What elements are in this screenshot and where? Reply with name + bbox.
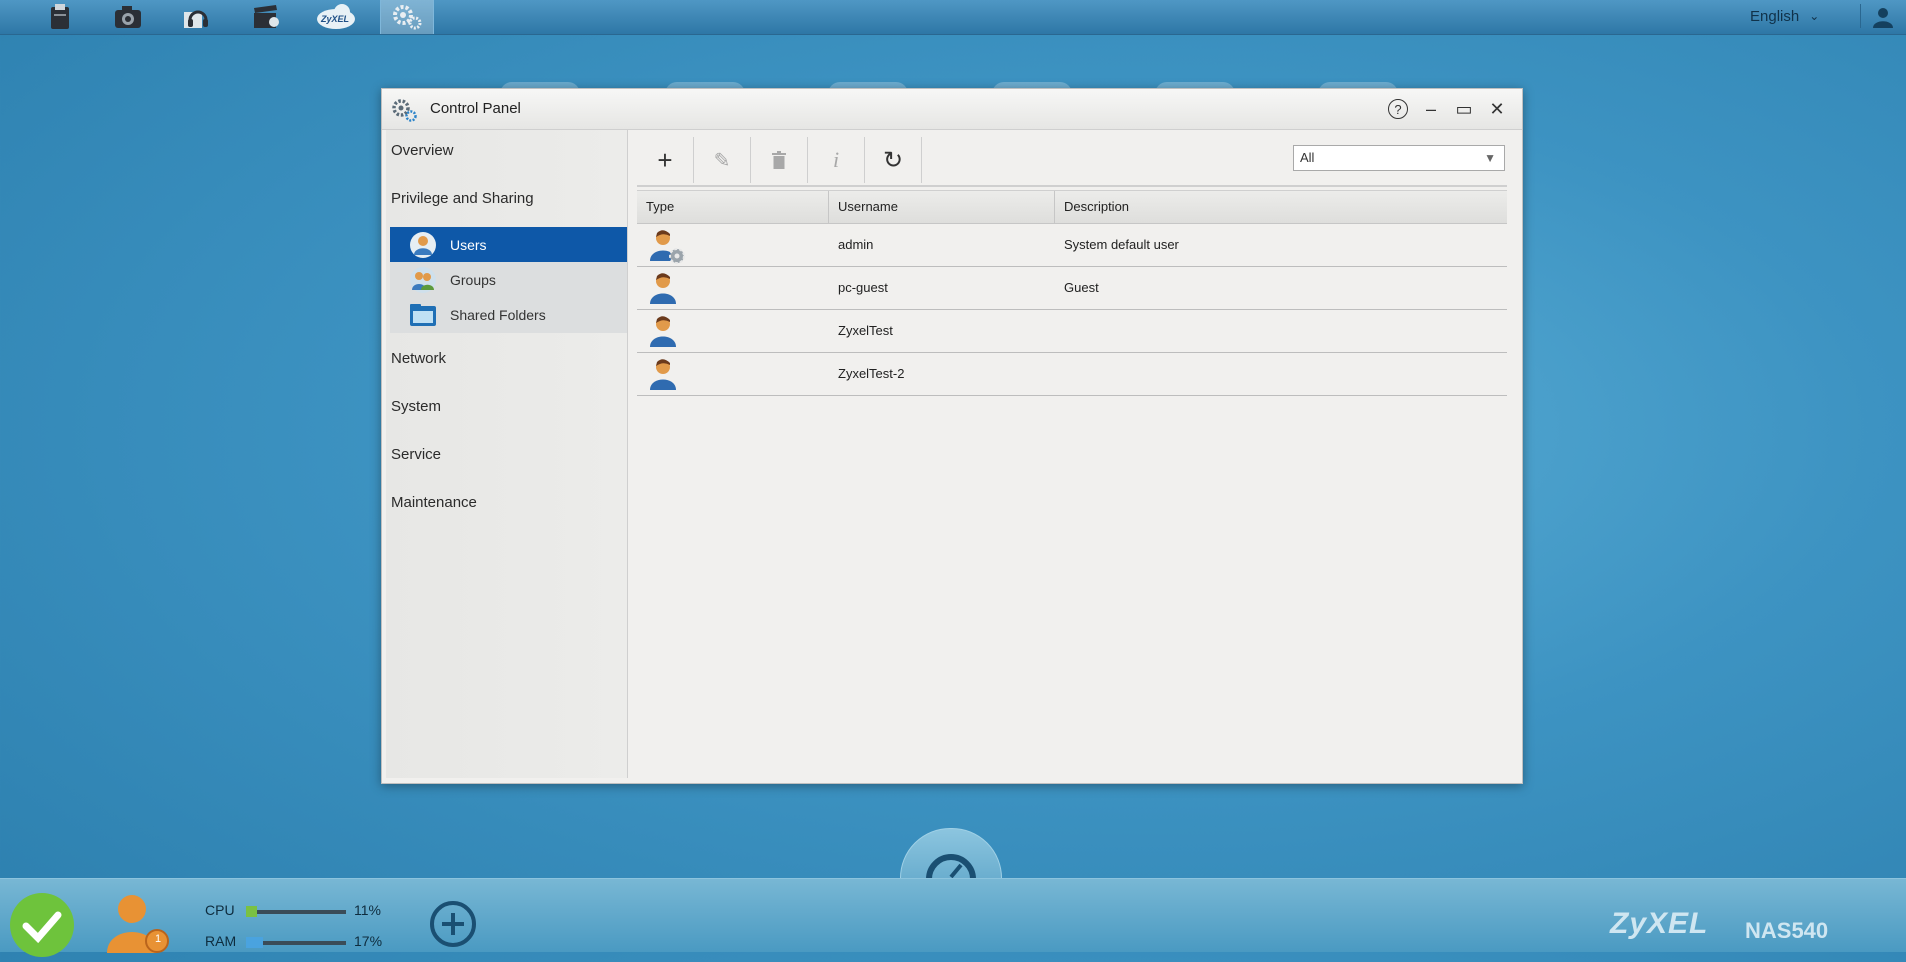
- photo-icon[interactable]: [102, 0, 154, 34]
- ram-value: 17%: [354, 933, 383, 949]
- close-icon: ✕: [1489, 98, 1505, 119]
- sidebar-item-label: Shared Folders: [450, 306, 546, 323]
- username-cell: ZyxelTest: [838, 323, 893, 338]
- checkmark-icon: [22, 911, 62, 944]
- sidebar: Overview Privilege and Sharing Users Gro…: [386, 130, 628, 778]
- maximize-button[interactable]: ▭: [1451, 97, 1477, 121]
- column-header-type[interactable]: Type: [637, 191, 829, 223]
- trash-icon: [772, 151, 786, 169]
- users-table: Type Username Description admin System d…: [637, 190, 1507, 396]
- minimize-button[interactable]: –: [1418, 97, 1444, 121]
- cpu-value: 11%: [354, 902, 381, 918]
- info-icon: i: [832, 147, 840, 172]
- zyxel-cloud-icon[interactable]: ZyXEL: [310, 0, 362, 34]
- table-header: Type Username Description: [637, 190, 1507, 224]
- sidebar-item-label: Users: [450, 236, 487, 253]
- ram-usage-bar: [246, 937, 346, 948]
- sidebar-item-service[interactable]: Service: [386, 434, 627, 476]
- description-cell: [1055, 310, 1064, 352]
- control-panel-icon: [392, 99, 417, 122]
- sidebar-item-shared-folders[interactable]: Shared Folders: [390, 297, 627, 332]
- sidebar-submenu: Users Groups Shared Folders: [390, 227, 627, 333]
- sidebar-item-users[interactable]: Users: [390, 227, 627, 262]
- device-model: NAS540: [1745, 918, 1829, 943]
- description-cell: System default user: [1064, 237, 1179, 252]
- user-icon: [650, 359, 676, 390]
- delete-button[interactable]: [751, 137, 808, 183]
- description-cell: Guest: [1064, 280, 1099, 295]
- dropdown-arrow-icon: ▼: [1484, 151, 1496, 165]
- admin-user-icon: [650, 230, 685, 264]
- shared-folder-icon: [410, 303, 436, 326]
- file-browser-icon[interactable]: [34, 0, 86, 34]
- sidebar-item-overview[interactable]: Overview: [386, 130, 627, 172]
- status-bar: 1 CPU 11% RAM 17% ZyXEL NAS540: [0, 878, 1906, 957]
- cpu-label: CPU: [205, 902, 235, 918]
- minimize-icon: –: [1425, 98, 1436, 119]
- users-icon: [410, 231, 436, 258]
- username-cell: ZyxelTest-2: [838, 366, 905, 381]
- control-panel-icon[interactable]: [380, 0, 434, 34]
- help-button[interactable]: ?: [1385, 97, 1411, 121]
- sidebar-item-privilege-and-sharing[interactable]: Privilege and Sharing: [386, 178, 627, 220]
- column-header-username[interactable]: Username: [829, 191, 1055, 223]
- close-button[interactable]: ✕: [1484, 97, 1510, 121]
- taskbar-top: ZyXEL English ⌄: [0, 0, 1906, 35]
- brand-logo: ZyXEL: [1610, 907, 1709, 940]
- help-icon: ?: [1388, 99, 1408, 119]
- main-content: + ✎ i ↻ All ▼ Type Username Description …: [632, 130, 1517, 778]
- sidebar-item-maintenance[interactable]: Maintenance: [386, 482, 627, 524]
- add-circle-icon: [430, 901, 476, 947]
- video-icon[interactable]: [240, 0, 292, 34]
- user-icon: [650, 273, 676, 304]
- sidebar-item-system[interactable]: System: [386, 386, 627, 428]
- description-cell: [1055, 353, 1064, 395]
- table-row[interactable]: pc-guest Guest: [637, 267, 1507, 310]
- ram-label: RAM: [205, 933, 237, 949]
- sidebar-item-label: Groups: [450, 271, 496, 288]
- add-widget-button[interactable]: [428, 899, 478, 949]
- groups-icon: [410, 266, 436, 293]
- user-account-icon[interactable]: [1866, 2, 1900, 32]
- zyxel-logo-text: ZyXEL: [320, 14, 349, 24]
- system-ok-indicator[interactable]: [10, 893, 74, 957]
- sidebar-item-network[interactable]: Network: [386, 338, 627, 380]
- maximize-icon: ▭: [1455, 98, 1473, 119]
- language-selector[interactable]: English ⌄: [1750, 4, 1840, 28]
- table-row[interactable]: admin System default user: [637, 224, 1507, 267]
- edit-button[interactable]: ✎: [694, 137, 751, 183]
- cpu-usage-fill: [246, 906, 257, 917]
- topbar-divider: [1860, 4, 1861, 28]
- language-label: English: [1750, 7, 1800, 25]
- toolbar: + ✎ i ↻ All ▼: [637, 137, 1507, 187]
- username-cell: pc-guest: [838, 280, 888, 295]
- chevron-down-icon: ⌄: [1809, 9, 1820, 23]
- table-row[interactable]: ZyxelTest: [637, 310, 1507, 353]
- music-icon[interactable]: [171, 0, 223, 34]
- column-header-description[interactable]: Description: [1055, 191, 1507, 223]
- speedometer-icon: [926, 854, 976, 880]
- add-user-button[interactable]: +: [637, 137, 694, 183]
- table-row[interactable]: ZyxelTest-2: [637, 353, 1507, 396]
- sidebar-item-groups[interactable]: Groups: [390, 262, 627, 297]
- window-titlebar[interactable]: Control Panel ? – ▭ ✕: [382, 89, 1522, 130]
- plus-icon: +: [657, 144, 673, 175]
- users-count-badge: 1: [154, 933, 162, 945]
- refresh-icon: ↻: [882, 146, 904, 174]
- refresh-button[interactable]: ↻: [865, 137, 922, 183]
- window-title: Control Panel: [430, 100, 521, 117]
- ram-usage-fill: [246, 937, 263, 948]
- edit-icon: ✎: [713, 149, 731, 172]
- info-button[interactable]: i: [808, 137, 865, 183]
- filter-value: All: [1300, 150, 1315, 165]
- logged-in-users-button[interactable]: 1: [102, 891, 172, 953]
- user-filter-select[interactable]: All ▼: [1293, 145, 1505, 171]
- user-icon: [650, 316, 676, 347]
- username-cell: admin: [838, 237, 874, 252]
- control-panel-window: Control Panel ? – ▭ ✕ Overview Privilege…: [381, 88, 1523, 784]
- cpu-usage-bar: [246, 906, 346, 917]
